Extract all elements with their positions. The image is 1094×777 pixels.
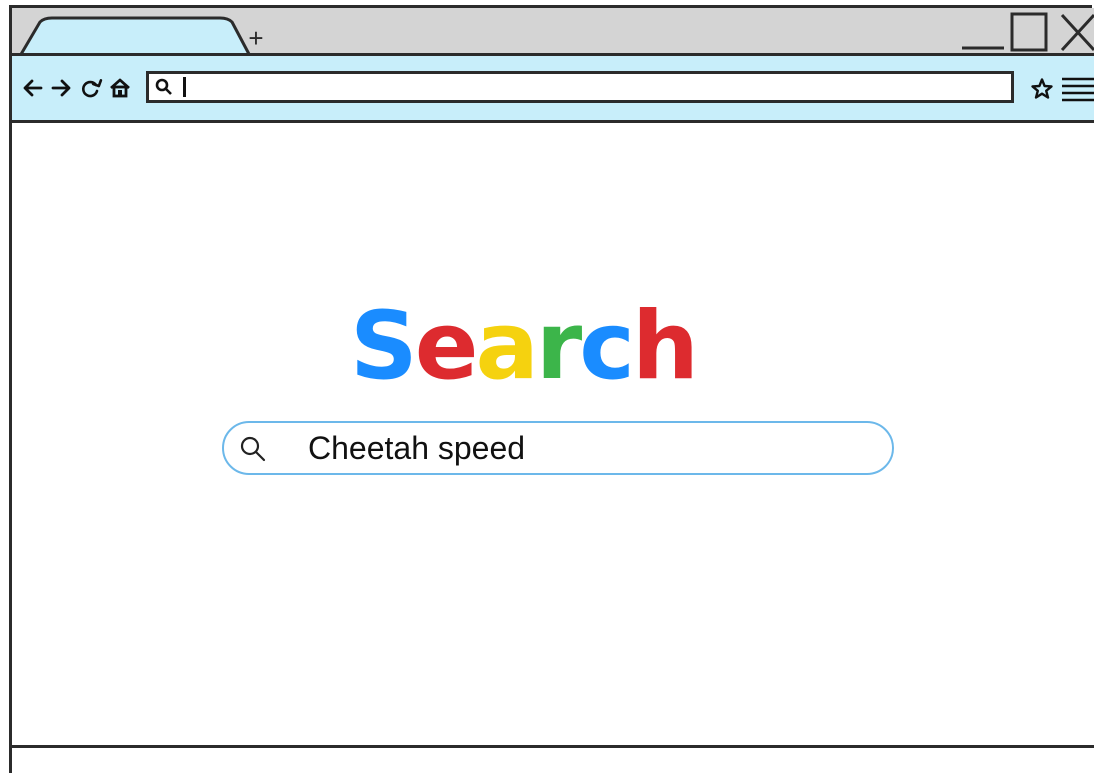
search-icon xyxy=(240,436,266,462)
logo-letter: r xyxy=(535,292,582,401)
status-bar xyxy=(12,748,1094,777)
logo-letter: h xyxy=(632,292,699,401)
logo-letter: e xyxy=(414,292,479,401)
search-input[interactable]: Cheetah speed xyxy=(222,421,894,475)
logo-letter: S xyxy=(350,292,418,401)
search-logo: Search xyxy=(350,292,699,402)
search-query-text: Cheetah speed xyxy=(308,430,526,466)
logo-letter: c xyxy=(579,292,635,401)
logo-letter: a xyxy=(475,292,538,401)
